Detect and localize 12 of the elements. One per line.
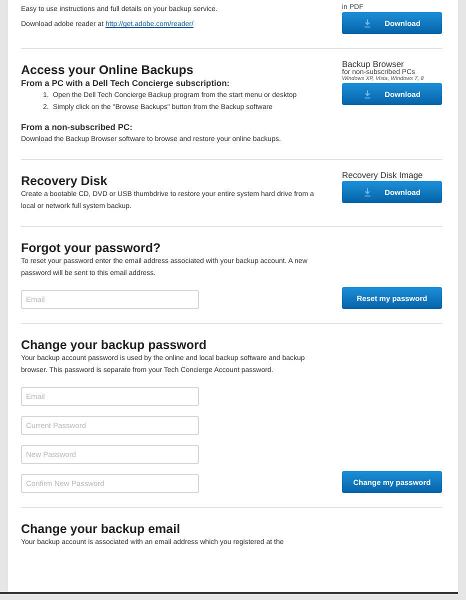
section-title: Recovery Disk: [21, 174, 108, 188]
download-icon: [364, 18, 371, 28]
section-title: Forgot your password?: [21, 241, 162, 255]
download-heading: Recovery Disk Image: [342, 170, 424, 180]
subheading: From a PC with a Dell Tech Concierge subscription:: [21, 78, 231, 88]
section-title: Change your backup email: [21, 522, 182, 536]
download-icon: [364, 90, 371, 98]
subheading: From a non-subscribed PC:: [21, 122, 134, 132]
download-heading: Backup Browser: [342, 59, 405, 69]
section-title: Change your backup password: [21, 338, 208, 352]
section-title: Access your Online Backups: [21, 63, 194, 77]
download-icon: [364, 188, 371, 196]
